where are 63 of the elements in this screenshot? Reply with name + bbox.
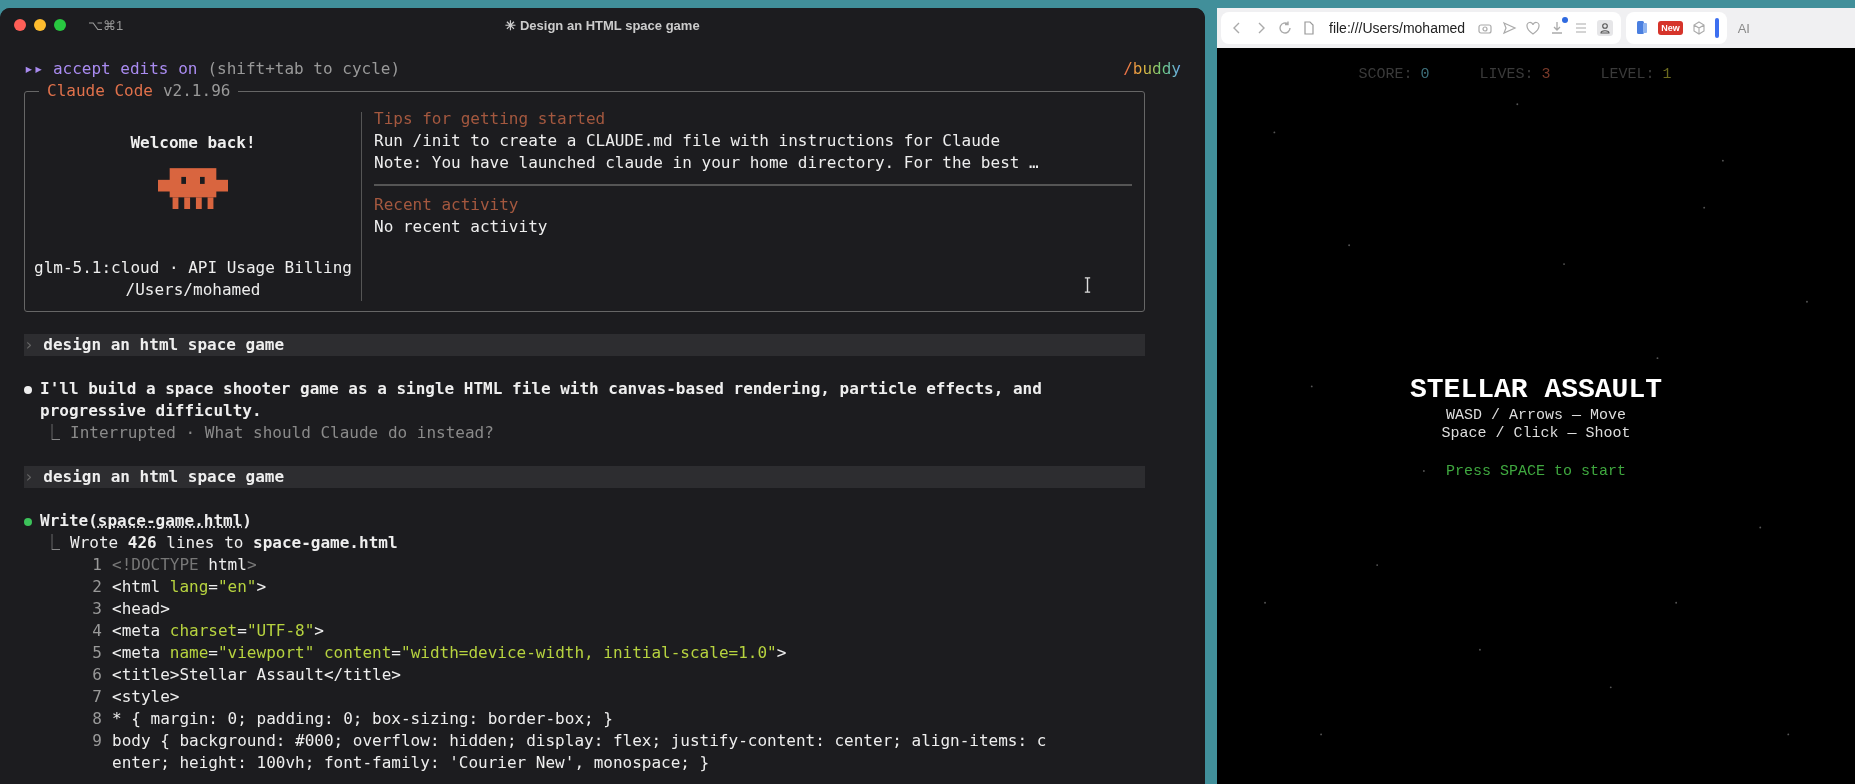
section-heading: Recent activity [374, 193, 520, 216]
profile-icon[interactable] [1597, 20, 1614, 36]
status-dot-icon [24, 518, 32, 526]
tip-text: No recent activity [374, 215, 549, 238]
code-line: <title>Stellar Assault</title> [112, 664, 402, 686]
code-line: <style> [112, 686, 181, 708]
hud-label: LEVEL: [1600, 66, 1655, 83]
tool-result: Wrote 426 lines to space-game.html [70, 532, 398, 554]
assistant-message: I'll build a space shooter game as a single HTML file with canvas-based rendering, particle effects, and progressive difficulty. [40, 378, 1043, 422]
code-line: <meta name="viewport" content="width=device-width, initial-scale=1.0"> [112, 642, 788, 664]
code-line: <head> [112, 598, 171, 620]
mode-indicator: ▸▸ accept edits on [24, 58, 198, 80]
user-prompt: › design an html space game [24, 466, 1145, 488]
line-number: 5 [91, 642, 102, 664]
code-line: <html lang="en"> [112, 576, 268, 598]
line-number: 1 [91, 554, 102, 576]
tab-shortcut: ⌥⌘1 [88, 17, 124, 33]
app-name: Claude Code [47, 80, 153, 102]
line-number: 4 [91, 620, 102, 642]
address-field[interactable]: file:///Users/mohamed [1325, 20, 1470, 36]
welcome-heading: Welcome back! [130, 132, 256, 154]
code-line: * { margin: 0; padding: 0; box-sizing: border-box; } [112, 708, 614, 730]
result-marker: ⎿ [44, 532, 60, 554]
cube-icon[interactable] [1690, 20, 1707, 36]
line-number: 3 [91, 598, 102, 620]
line-number: 7 [91, 686, 102, 708]
hud-value: 3 [1541, 66, 1551, 83]
tool-call: Write(space-game.html) [40, 510, 252, 532]
start-prompt: Press SPACE to start [1445, 463, 1626, 480]
user-prompt: › design an html space game [24, 334, 1145, 356]
line-number: 8 [91, 708, 102, 730]
sidebar-indicator [1714, 18, 1719, 38]
reload-icon[interactable] [1277, 20, 1293, 36]
heart-icon[interactable] [1525, 20, 1542, 36]
interrupted-note: Interrupted · What should Claude do instead? [70, 422, 494, 444]
hud-value: 0 [1420, 66, 1430, 83]
model-info: glm-5.1:cloud · API Usage Billing [34, 257, 352, 279]
hud-label: SCORE: [1358, 66, 1413, 83]
game-title: STELLAR ASSAULT [1409, 373, 1662, 407]
send-icon[interactable] [1501, 20, 1518, 36]
line-number: 6 [91, 664, 102, 686]
window-controls-icon[interactable] [14, 19, 66, 31]
page-icon [1301, 20, 1317, 36]
hud-value: 1 [1662, 66, 1672, 83]
window-title: ✳ Design an HTML space game [505, 17, 700, 33]
line-number: 9 [91, 730, 102, 752]
new-badge[interactable]: New [1658, 21, 1683, 35]
controls-hint: Space / Click — Shoot [1441, 425, 1631, 443]
section-heading: Tips for getting started [374, 108, 607, 130]
controls-hint: WASD / Arrows — Move [1445, 407, 1626, 425]
tip-text: Note: You have launched claude in your home directory. For the best … [374, 152, 1040, 174]
app-version: v2.1.96 [162, 80, 231, 102]
code-line: <!DOCTYPE html> [112, 554, 258, 576]
result-marker: ⎿ [44, 422, 60, 444]
line-number: 2 [91, 576, 102, 598]
code-line: body { background: #000; overflow: hidden; display: flex; justify-content: center; align-items: center; height: 100vh; font-family: 'Courier New', monospace; } [112, 730, 1047, 774]
mode-hint: (shift+tab to cycle) [207, 58, 401, 80]
ai-button[interactable]: AI [1731, 20, 1756, 36]
working-directory: /Users/mohamed [125, 279, 261, 301]
tip-text: Run /init to create a CLAUDE.md file with instructions for Claude [374, 130, 1002, 152]
bullet-icon [24, 386, 32, 394]
code-line: <meta charset="UTF-8"> [112, 620, 325, 642]
hud-label: LIVES: [1479, 66, 1534, 83]
